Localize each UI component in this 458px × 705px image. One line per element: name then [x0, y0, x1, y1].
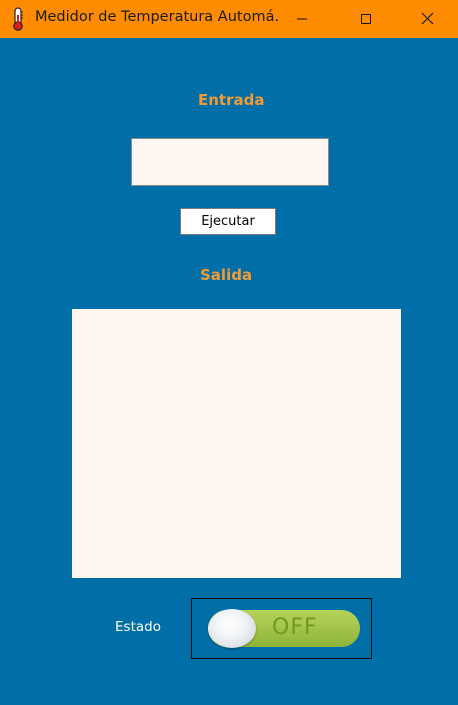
estado-toggle[interactable]: OFF — [208, 609, 360, 648]
window-title: Medidor de Temperatura Automá... — [35, 9, 280, 25]
salida-label: Salida — [200, 266, 253, 284]
maximize-icon — [360, 10, 372, 29]
entrada-label: Entrada — [198, 91, 265, 109]
ejecutar-button[interactable]: Ejecutar — [180, 208, 276, 235]
toggle-state-text: OFF — [272, 615, 318, 640]
toggle-knob[interactable] — [208, 609, 256, 648]
minimize-icon — [296, 10, 308, 29]
salida-output[interactable] — [72, 309, 401, 578]
title-bar[interactable]: Medidor de Temperatura Automá... — [0, 0, 458, 38]
minimize-button[interactable] — [279, 0, 325, 38]
maximize-button[interactable] — [343, 0, 389, 38]
thermometer-icon — [10, 7, 26, 31]
estado-toggle-frame: OFF — [191, 598, 372, 659]
entrada-input[interactable] — [131, 138, 329, 186]
close-button[interactable] — [404, 0, 450, 38]
close-icon — [421, 10, 434, 29]
app-window: Medidor de Temperatura Automá... Entrada… — [0, 0, 458, 705]
estado-label: Estado — [115, 619, 161, 635]
